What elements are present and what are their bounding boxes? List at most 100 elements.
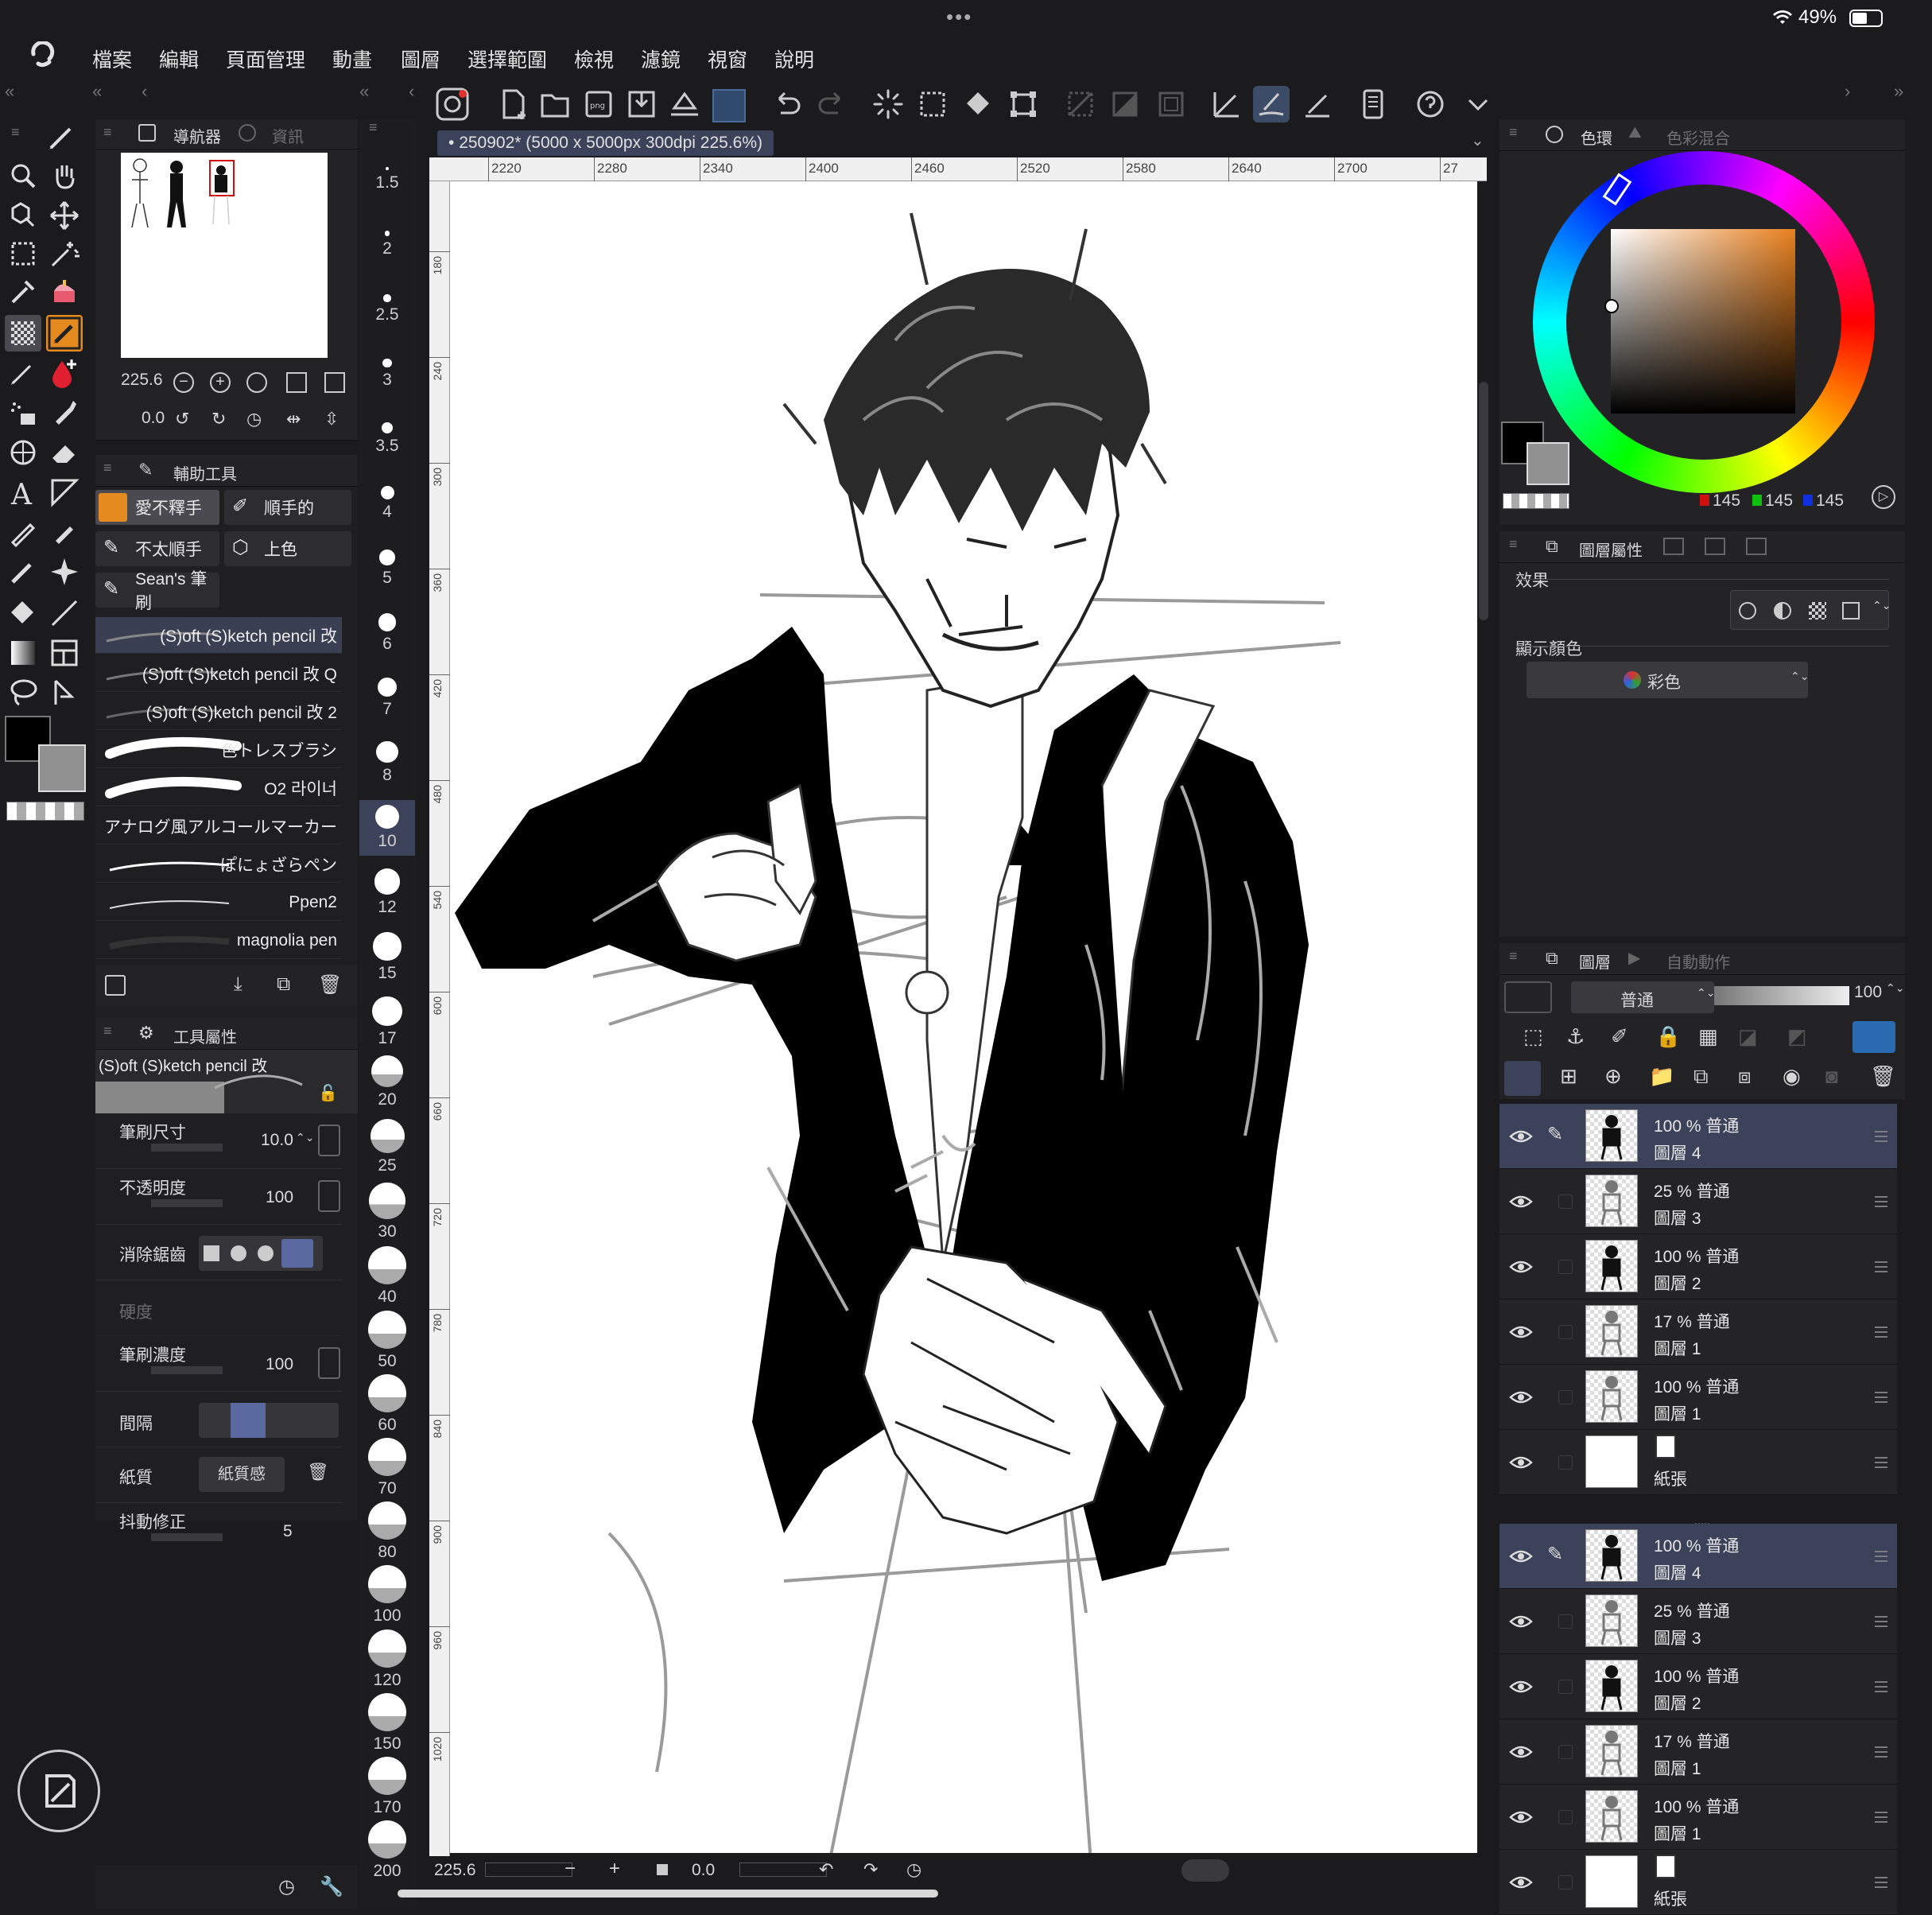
density-dropdown-icon[interactable] (318, 1347, 340, 1379)
tab-icon-b[interactable] (1705, 538, 1725, 555)
drag-handle-icon[interactable] (1875, 1616, 1887, 1627)
multitask-dots[interactable]: ••• (946, 5, 972, 29)
brush-size-item[interactable]: 170 (359, 1757, 415, 1820)
prop-slider[interactable] (151, 1533, 223, 1541)
subtool-group-coloring[interactable]: ⬡ 上色 (224, 531, 351, 566)
duplicate-subtool-icon[interactable]: ⧉ (277, 973, 290, 996)
menu-layer[interactable]: 圖層 (401, 45, 440, 73)
layer-lock-toggle[interactable] (1558, 1194, 1573, 1209)
canvas-vertical-scrollbar[interactable] (1479, 382, 1488, 620)
brush-size-item[interactable]: 5 (359, 545, 415, 608)
zoom-in-icon[interactable]: + (210, 372, 231, 393)
brush-item[interactable]: ぽにょざらペン (95, 846, 342, 883)
panel-menu-icon[interactable]: ≡ (1509, 124, 1518, 141)
layer-color-icon[interactable] (1842, 602, 1860, 620)
tab-info[interactable]: 資訊 (272, 124, 304, 147)
clip-layer-icon[interactable]: ⬚ (1523, 1024, 1543, 1049)
layer-lock-toggle[interactable] (1558, 1614, 1573, 1629)
open-folder-icon[interactable] (537, 86, 574, 122)
fill-icon[interactable] (960, 86, 997, 122)
subtool-group-unhandy[interactable]: ✎ 不太順手 (95, 531, 219, 566)
brush-size-item[interactable]: 70 (359, 1438, 415, 1501)
lasso-tool-icon[interactable] (5, 674, 41, 711)
ruler-snap-icon[interactable] (1208, 86, 1245, 122)
balloon-tool-icon[interactable] (46, 474, 83, 511)
brush-size-item[interactable]: 10 (359, 800, 415, 856)
drag-handle-icon[interactable] (1875, 1877, 1887, 1888)
trash-icon[interactable]: 🗑 (307, 1462, 329, 1482)
brush-size-item[interactable]: 200 (359, 1820, 415, 1884)
hand-tool-icon[interactable] (46, 157, 83, 194)
chevron-down-icon[interactable] (1460, 86, 1496, 122)
drag-handle-icon[interactable] (1875, 1196, 1887, 1207)
collapse-right-icon[interactable]: › (1845, 81, 1850, 102)
brush-size-item[interactable]: 40 (359, 1246, 415, 1310)
deselect-icon[interactable] (1062, 86, 1099, 122)
rotate-left-icon[interactable]: ↶ (819, 1859, 833, 1880)
export-icon[interactable] (666, 86, 703, 122)
collapse-left3-icon[interactable]: ‹ (142, 81, 147, 102)
brush-item[interactable]: 色トレスブラシ (95, 732, 342, 768)
magic-wand-icon[interactable] (46, 235, 83, 272)
tab-layers[interactable]: 圖層 (1579, 950, 1611, 973)
eye-icon[interactable] (1509, 1544, 1533, 1568)
border-effect-icon[interactable] (1739, 602, 1756, 620)
eye-icon[interactable] (1509, 1610, 1533, 1633)
stepper-icon[interactable]: ⌃⌄ (1872, 599, 1891, 612)
fill-bucket-icon[interactable] (5, 595, 41, 631)
timer-icon[interactable]: ◷ (278, 1875, 295, 1898)
tab-auto-action[interactable]: 自動動作 (1666, 950, 1730, 973)
brush-item[interactable]: アナログ風アルコールマーカー (95, 808, 342, 845)
import-subtool-icon[interactable]: ⤓ (234, 973, 242, 996)
correct-line-icon[interactable] (46, 674, 83, 711)
zoom-out-icon[interactable]: − (173, 372, 194, 393)
layer-lock-toggle[interactable] (1558, 1325, 1573, 1339)
panel-menu-icon[interactable]: ≡ (103, 124, 112, 141)
brush-size-item[interactable]: 80 (359, 1501, 415, 1565)
reference-layer-icon[interactable]: ⚓ (1566, 1024, 1585, 1049)
pen-outline-icon[interactable] (5, 514, 41, 550)
menu-page[interactable]: 頁面管理 (226, 45, 305, 73)
menu-edit[interactable]: 編輯 (159, 45, 199, 73)
eye-icon[interactable] (1509, 1125, 1533, 1148)
eye-icon[interactable] (1509, 1190, 1533, 1214)
drag-handle-icon[interactable] (1875, 1812, 1887, 1823)
merge-down-icon[interactable]: ⧈ (1738, 1064, 1752, 1090)
layer-row[interactable]: 25 % 普通 圖層 3 (1499, 1589, 1897, 1654)
brush-size-item[interactable]: 1.5 (359, 162, 415, 226)
eraser-tool-icon[interactable] (46, 434, 83, 471)
navigator-rotation-value[interactable]: 0.0 (142, 409, 165, 428)
invert-selection-icon[interactable] (1107, 86, 1143, 122)
brush-size-item[interactable]: 50 (359, 1310, 415, 1374)
prop-stabilization[interactable]: 抖動修正 5 (95, 1503, 342, 1559)
zoom-stop-icon[interactable] (657, 1864, 668, 1875)
text-tool-icon[interactable]: A (5, 474, 41, 511)
collapse-right2-icon[interactable]: » (1894, 81, 1903, 102)
prop-slider[interactable] (151, 1366, 223, 1374)
brush-size-item[interactable]: 7 (359, 673, 415, 736)
brush-size-item[interactable]: 25 (359, 1119, 415, 1183)
new-raster-layer-icon[interactable]: ⊞ (1560, 1064, 1577, 1089)
menu-window[interactable]: 視窗 (708, 45, 747, 73)
tab-icon-c[interactable] (1746, 538, 1767, 555)
transform-icon[interactable] (1005, 86, 1042, 122)
prop-brush-size[interactable]: 筆刷尺寸 10.0 ⌃⌄ (95, 1113, 342, 1169)
brush-size-item[interactable]: 30 (359, 1183, 415, 1246)
halftone-effect-icon[interactable] (1809, 602, 1826, 620)
drag-handle-icon[interactable] (1875, 1131, 1887, 1142)
drag-handle-icon[interactable] (1875, 1392, 1887, 1403)
bottom-rotation-value[interactable]: 0.0 (692, 1861, 715, 1880)
display-color-select[interactable]: 彩色 ⌃⌄ (1527, 662, 1809, 698)
brush-size-item[interactable]: 2 (359, 226, 415, 289)
rotate-right-icon[interactable]: ↷ (863, 1859, 878, 1880)
eye-icon[interactable] (1509, 1740, 1533, 1764)
eye-icon[interactable] (1509, 1870, 1533, 1894)
subtool-group-favorite[interactable]: 愛不釋手 (95, 490, 219, 525)
antialias-mid-icon[interactable] (258, 1245, 274, 1261)
collapse-left4-icon[interactable]: « (359, 81, 369, 102)
ruler-link-icon[interactable]: ◩ (1787, 1024, 1807, 1049)
eye-icon[interactable] (1509, 1451, 1533, 1474)
prop-slider[interactable] (151, 1199, 223, 1207)
layer-row[interactable]: 100 % 普通 圖層 2 (1499, 1654, 1897, 1719)
collapse-left5-icon[interactable]: ‹ (409, 81, 414, 102)
